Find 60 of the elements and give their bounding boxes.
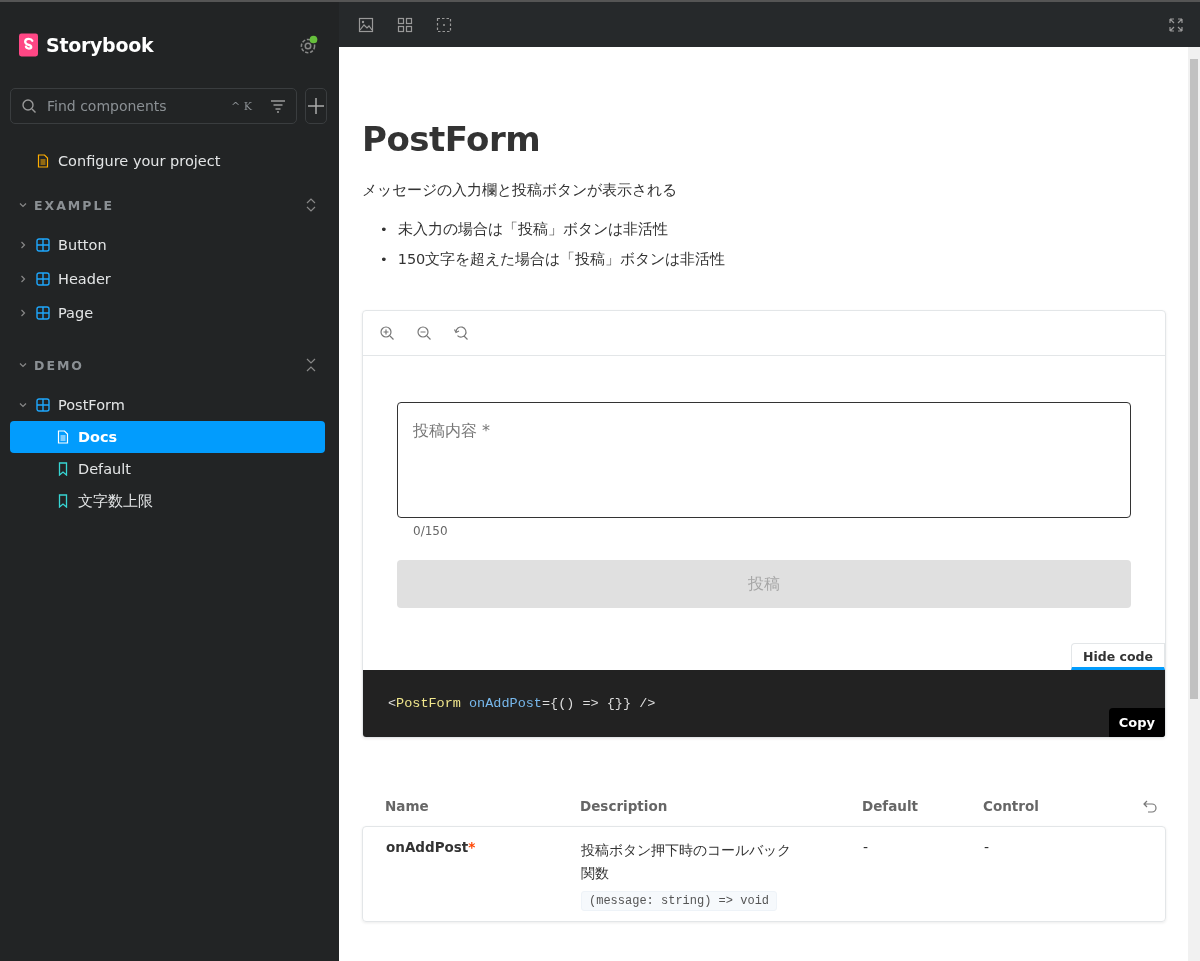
- fullscreen-icon[interactable]: [1168, 16, 1184, 33]
- collapse-all-icon[interactable]: [305, 357, 317, 373]
- search-input[interactable]: Find components: [45, 97, 223, 115]
- prop-type: (message: string) => void: [581, 891, 778, 911]
- tree-item[interactable]: Default: [10, 453, 325, 485]
- component-icon: [36, 306, 50, 320]
- reset-zoom-icon[interactable]: [453, 325, 469, 341]
- tree-item[interactable]: 文字数上限: [10, 485, 325, 517]
- add-button[interactable]: [304, 88, 327, 124]
- bullet-marker: •: [380, 251, 388, 267]
- document-icon: [36, 154, 50, 168]
- zoom-out-icon[interactable]: [416, 325, 432, 341]
- copy-button[interactable]: Copy: [1108, 708, 1165, 737]
- filter-icon[interactable]: [269, 99, 286, 113]
- outline-icon[interactable]: [436, 16, 452, 33]
- bookmark-icon: [56, 462, 70, 476]
- grid-icon[interactable]: [397, 16, 413, 33]
- tree-item[interactable]: Page: [10, 297, 325, 329]
- page-title: PostForm: [362, 119, 542, 159]
- bullet-item: 未入力の場合は「投稿」ボタンは非活性: [397, 219, 668, 239]
- undo-icon[interactable]: [1142, 798, 1158, 814]
- plus-icon: [305, 96, 326, 116]
- search-field[interactable]: Find components ^ K: [10, 88, 297, 124]
- scrollbar[interactable]: [1188, 47, 1200, 961]
- prop-description: 投稿ボタン押下時のコールバック関数: [581, 841, 792, 883]
- control-value: -: [984, 839, 991, 855]
- chevron-icon[interactable]: [18, 200, 28, 210]
- character-counter: 0/150: [413, 524, 448, 538]
- tree-item[interactable]: Header: [10, 263, 325, 295]
- bullet-marker: •: [380, 221, 388, 237]
- column-header: Description: [580, 798, 668, 814]
- image-icon[interactable]: [358, 16, 374, 33]
- prop-name: onAddPost*: [386, 839, 476, 855]
- configure-link[interactable]: Configure your project: [36, 153, 221, 169]
- default-value: -: [863, 839, 870, 855]
- chevron-icon[interactable]: [18, 360, 28, 370]
- tree-item[interactable]: Button: [10, 229, 325, 261]
- code-line: <PostForm onAddPost={() => {}} />: [388, 696, 656, 711]
- column-header: Control: [983, 798, 1039, 814]
- scrollbar-thumb[interactable]: [1190, 59, 1198, 699]
- zoom-in-icon[interactable]: [379, 325, 395, 341]
- search-icon: [21, 98, 37, 114]
- document-icon: [56, 430, 70, 444]
- expand-all-icon[interactable]: [305, 197, 317, 213]
- component-icon: [36, 272, 50, 286]
- brand-name: Storybook: [46, 34, 154, 56]
- hide-code-tab[interactable]: Hide code: [1071, 643, 1165, 670]
- post-content-field[interactable]: 投稿内容 *: [397, 402, 1131, 518]
- group-label[interactable]: EXAMPLE: [34, 197, 305, 213]
- group-label[interactable]: DEMO: [34, 357, 305, 373]
- component-icon: [36, 238, 50, 252]
- bullet-item: 150文字を超えた場合は「投稿」ボタンは非活性: [397, 249, 726, 269]
- column-header: Name: [385, 798, 429, 814]
- component-icon: [36, 398, 50, 412]
- keyboard-shortcut: ^ K: [231, 99, 252, 113]
- storybook-logo-icon: [19, 33, 38, 57]
- description: メッセージの入力欄と投稿ボタンが表示される: [362, 181, 677, 200]
- bookmark-icon: [56, 494, 70, 508]
- column-header: Default: [862, 798, 919, 814]
- tree-item[interactable]: PostForm: [10, 389, 325, 421]
